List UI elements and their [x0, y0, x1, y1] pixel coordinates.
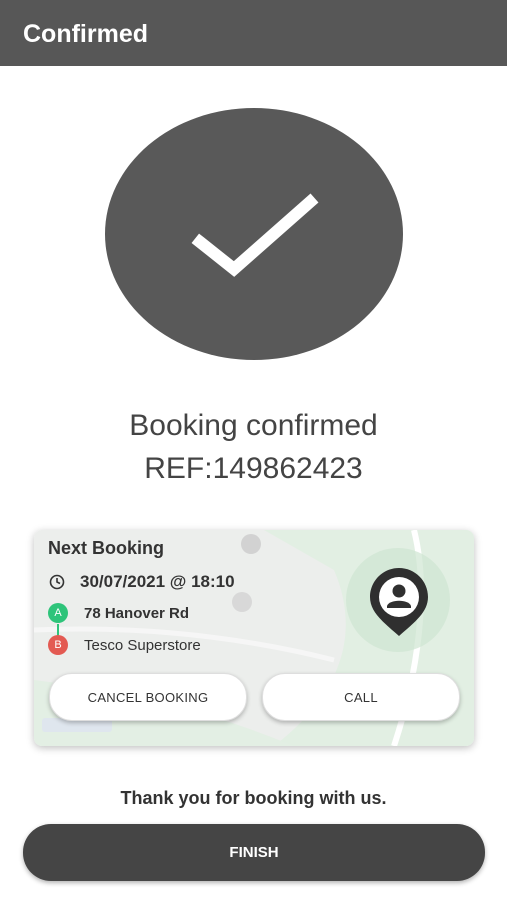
- booking-status: Booking confirmed: [129, 409, 378, 442]
- clock-icon: [49, 574, 65, 590]
- booking-datetime: 30/07/2021 @ 18:10: [80, 572, 235, 591]
- pickup-address: 78 Hanover Rd: [84, 604, 190, 622]
- success-badge: [105, 108, 403, 360]
- pickup-marker: A: [48, 603, 68, 623]
- pickup-row: A 78 Hanover Rd: [48, 603, 189, 623]
- page-title: Confirmed: [23, 19, 148, 48]
- call-button[interactable]: CALL: [262, 673, 460, 721]
- thank-you-message: Thank you for booking with us.: [120, 788, 387, 808]
- app-bar: Confirmed: [0, 0, 507, 66]
- driver-pin-icon: [370, 568, 428, 636]
- dropoff-address: Tesco Superstore: [84, 636, 201, 654]
- finish-button[interactable]: FINISH: [23, 824, 485, 881]
- booking-reference: REF:149862423: [144, 452, 363, 485]
- next-booking-card[interactable]: Next Booking 30/07/2021 @ 18:10 A 78 Han…: [34, 530, 474, 746]
- booking-datetime-row: 30/07/2021 @ 18:10: [48, 572, 235, 592]
- dropoff-marker: B: [48, 635, 68, 655]
- checkmark-icon: [191, 193, 319, 277]
- cancel-booking-button[interactable]: CANCEL BOOKING: [49, 673, 247, 721]
- next-booking-heading: Next Booking: [48, 538, 165, 558]
- dropoff-row: B Tesco Superstore: [48, 635, 201, 655]
